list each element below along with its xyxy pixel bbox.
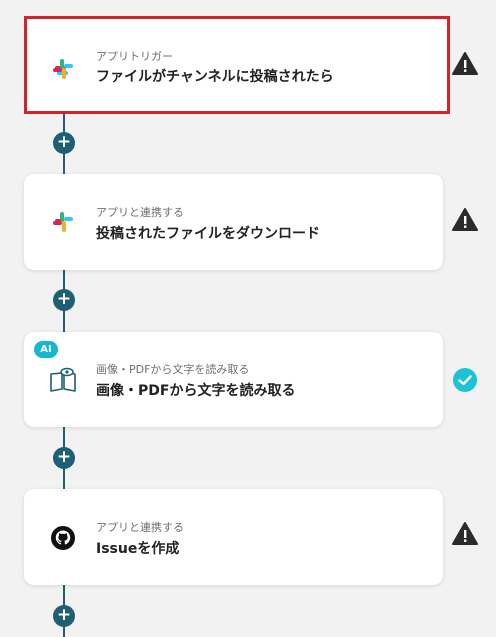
step-title: ファイルがチャンネルに投稿されたら: [96, 69, 334, 85]
github-icon: [50, 525, 76, 551]
step-subtitle: アプリトリガー: [96, 50, 173, 63]
warning-icon: [452, 521, 478, 547]
step-title: 画像・PDFから文字を読み取る: [96, 383, 296, 399]
step-title: Issueを作成: [96, 541, 180, 557]
warning-icon: [452, 207, 478, 233]
slack-icon: [50, 209, 76, 235]
step-subtitle: アプリと連携する: [96, 206, 184, 219]
add-step-button[interactable]: +: [53, 289, 75, 311]
add-step-button[interactable]: +: [53, 132, 75, 154]
step-card-ocr[interactable]: 画像・PDFから文字を読み取る 画像・PDFから文字を読み取る: [24, 332, 443, 427]
step-card-trigger[interactable]: アプリトリガー ファイルがチャンネルに投稿されたら: [24, 16, 450, 114]
add-step-button[interactable]: +: [53, 447, 75, 469]
step-subtitle: アプリと連携する: [96, 521, 184, 534]
add-step-button[interactable]: +: [53, 605, 75, 627]
slack-icon: [50, 56, 76, 82]
step-card-create-issue[interactable]: アプリと連携する Issueを作成: [24, 489, 443, 585]
book-eye-icon: [48, 365, 78, 395]
warning-icon: [452, 51, 478, 77]
ai-badge: AI: [34, 341, 58, 358]
check-circle-icon: [452, 367, 478, 393]
step-title: 投稿されたファイルをダウンロード: [96, 226, 320, 242]
workflow-canvas: + + + + アプリトリガー ファイルがチャンネルに投稿されたら アプリと連携…: [0, 0, 496, 637]
step-subtitle: 画像・PDFから文字を読み取る: [96, 363, 250, 376]
step-card-download[interactable]: アプリと連携する 投稿されたファイルをダウンロード: [24, 174, 443, 270]
